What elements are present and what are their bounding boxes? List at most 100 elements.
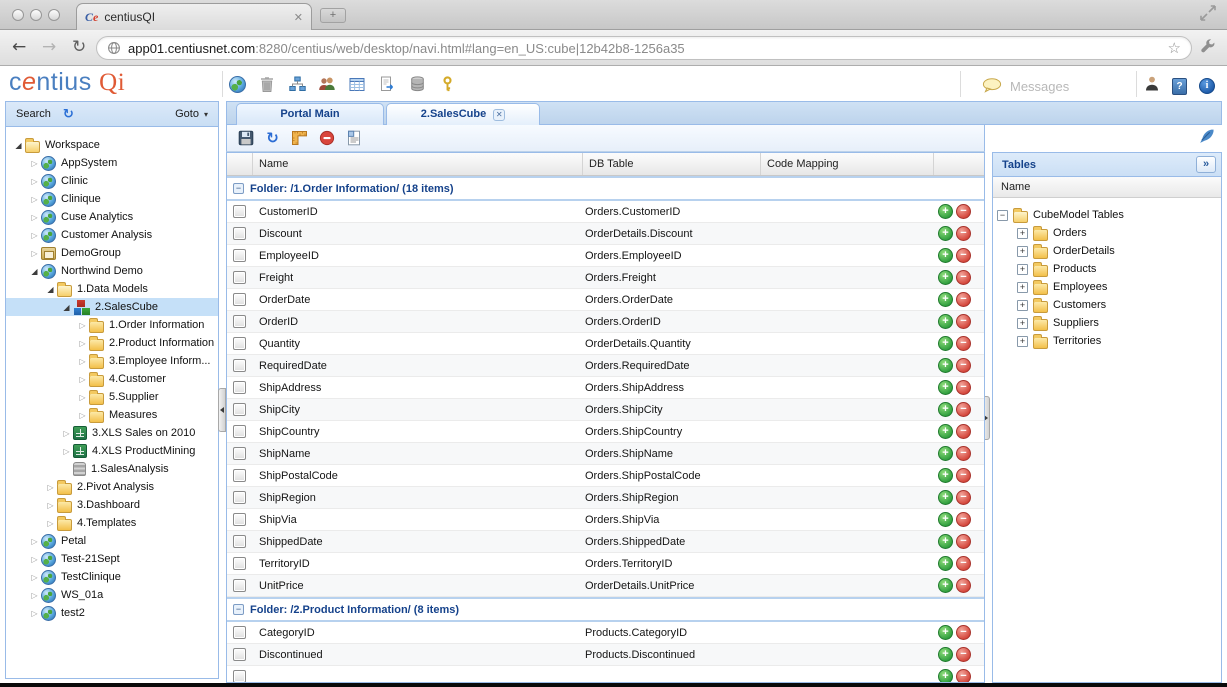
tab-salescube[interactable]: 2.SalesCube ✕	[386, 103, 540, 125]
collapse-arrow-icon[interactable]: ◢	[12, 141, 25, 150]
expand-arrow-icon[interactable]: ▷	[76, 411, 89, 420]
table-row[interactable]: OrderDateOrders.OrderDate+−	[227, 289, 984, 311]
bookmark-star-icon[interactable]: ☆	[1168, 39, 1181, 57]
remove-button[interactable]: −	[956, 292, 971, 307]
row-checkbox[interactable]	[233, 626, 246, 639]
remove-button[interactable]: −	[956, 534, 971, 549]
expand-arrow-icon[interactable]: ▷	[44, 483, 57, 492]
table-row[interactable]: ShipAddressOrders.ShipAddress+−	[227, 377, 984, 399]
row-checkbox[interactable]	[233, 249, 246, 262]
collapse-sidebar-handle[interactable]	[218, 388, 226, 432]
browser-menu-wrench-icon[interactable]	[1199, 38, 1217, 61]
row-checkbox[interactable]	[233, 447, 246, 460]
feather-icon[interactable]	[1197, 128, 1214, 150]
table-row[interactable]: +−	[227, 666, 984, 683]
table-row[interactable]: DiscountOrderDetails.Discount+−	[227, 223, 984, 245]
expand-node-icon[interactable]: +	[1017, 264, 1028, 275]
expand-arrow-icon[interactable]: ▷	[28, 213, 41, 222]
table-row[interactable]: ShipViaOrders.ShipVia+−	[227, 509, 984, 531]
table-row[interactable]: ShipRegionOrders.ShipRegion+−	[227, 487, 984, 509]
row-checkbox[interactable]	[233, 205, 246, 218]
row-checkbox[interactable]	[233, 469, 246, 482]
zoom-window-button[interactable]	[48, 9, 60, 21]
add-button[interactable]: +	[938, 647, 953, 662]
hierarchy-icon[interactable]	[288, 75, 306, 93]
info-icon[interactable]: i	[1199, 78, 1215, 94]
table-row[interactable]: ShipCountryOrders.ShipCountry+−	[227, 421, 984, 443]
table-row[interactable]: FreightOrders.Freight+−	[227, 267, 984, 289]
tree-item-1-order-information[interactable]: ▷1.Order Information	[6, 316, 218, 334]
close-tab-icon[interactable]: ✕	[493, 109, 505, 121]
row-checkbox[interactable]	[233, 381, 246, 394]
row-checkbox[interactable]	[233, 535, 246, 548]
expand-arrow-icon[interactable]: ▷	[76, 357, 89, 366]
tree-item-4-customer[interactable]: ▷4.Customer	[6, 370, 218, 388]
group-header-row[interactable]: −Folder: /1.Order Information/ (18 items…	[227, 176, 984, 201]
add-button[interactable]: +	[938, 578, 953, 593]
table-row[interactable]: CustomerIDOrders.CustomerID+−	[227, 201, 984, 223]
column-header-name[interactable]: Name	[253, 153, 583, 175]
table-row[interactable]: ShippedDateOrders.ShippedDate+−	[227, 531, 984, 553]
users-icon[interactable]	[318, 75, 336, 93]
expand-node-icon[interactable]: +	[1017, 228, 1028, 239]
remove-icon[interactable]	[318, 130, 335, 147]
browser-tab[interactable]: Ce centiusQI ✕	[76, 3, 312, 30]
expand-arrow-icon[interactable]: ▷	[28, 177, 41, 186]
tables-column-header[interactable]: Name	[993, 177, 1221, 198]
add-button[interactable]: +	[938, 534, 953, 549]
save-icon[interactable]	[237, 130, 254, 147]
refresh-icon[interactable]: ↻	[264, 130, 281, 147]
row-checkbox[interactable]	[233, 227, 246, 240]
globe-icon[interactable]	[228, 75, 246, 93]
row-checkbox[interactable]	[233, 359, 246, 372]
collapse-group-icon[interactable]: −	[233, 604, 244, 615]
remove-button[interactable]: −	[956, 647, 971, 662]
expand-node-icon[interactable]: +	[1017, 246, 1028, 257]
tree-item-test-21sept[interactable]: ▷Test-21Sept	[6, 550, 218, 568]
tree-item-customer-analysis[interactable]: ▷Customer Analysis	[6, 226, 218, 244]
new-tab-button[interactable]: +	[320, 8, 346, 23]
collapse-node-icon[interactable]: −	[997, 210, 1008, 221]
tree-item-measures[interactable]: ▷Measures	[6, 406, 218, 424]
tree-item-workspace[interactable]: ◢Workspace	[6, 136, 218, 154]
remove-button[interactable]: −	[956, 226, 971, 241]
tree-item-2-product-information[interactable]: ▷2.Product Information	[6, 334, 218, 352]
table-row[interactable]: QuantityOrderDetails.Quantity+−	[227, 333, 984, 355]
export-icon[interactable]	[378, 75, 396, 93]
add-button[interactable]: +	[938, 512, 953, 527]
database-icon[interactable]	[408, 75, 426, 93]
expand-arrow-icon[interactable]: ▷	[44, 519, 57, 528]
select-all-column-header[interactable]	[227, 153, 253, 175]
help-icon[interactable]: ?	[1172, 78, 1187, 95]
add-button[interactable]: +	[938, 625, 953, 640]
add-button[interactable]: +	[938, 424, 953, 439]
tree-item-4-xls-productmining[interactable]: ▷4.XLS ProductMining	[6, 442, 218, 460]
add-button[interactable]: +	[938, 380, 953, 395]
table-row[interactable]: ShipPostalCodeOrders.ShipPostalCode+−	[227, 465, 984, 487]
remove-button[interactable]: −	[956, 248, 971, 263]
add-button[interactable]: +	[938, 204, 953, 219]
add-button[interactable]: +	[938, 490, 953, 505]
expand-arrow-icon[interactable]: ▷	[76, 375, 89, 384]
tree-item-demogroup[interactable]: ▷DemoGroup	[6, 244, 218, 262]
remove-button[interactable]: −	[956, 578, 971, 593]
remove-button[interactable]: −	[956, 669, 971, 683]
collapse-group-icon[interactable]: −	[233, 183, 244, 194]
collapse-arrow-icon[interactable]: ◢	[60, 303, 73, 312]
add-button[interactable]: +	[938, 446, 953, 461]
collapse-panel-button[interactable]: »	[1196, 156, 1216, 173]
tree-item-suppliers[interactable]: +Suppliers	[997, 314, 1217, 332]
add-button[interactable]: +	[938, 358, 953, 373]
expand-node-icon[interactable]: +	[1017, 336, 1028, 347]
trash-icon[interactable]	[258, 75, 276, 93]
row-checkbox[interactable]	[233, 315, 246, 328]
tree-item-orderdetails[interactable]: +OrderDetails	[997, 242, 1217, 260]
expand-arrow-icon[interactable]: ▷	[28, 249, 41, 258]
expand-arrow-icon[interactable]: ▷	[28, 591, 41, 600]
expand-node-icon[interactable]: +	[1017, 282, 1028, 293]
tree-item-northwind-demo[interactable]: ◢Northwind Demo	[6, 262, 218, 280]
row-checkbox[interactable]	[233, 579, 246, 592]
remove-button[interactable]: −	[956, 556, 971, 571]
table-row[interactable]: TerritoryIDOrders.TerritoryID+−	[227, 553, 984, 575]
tree-item-5-supplier[interactable]: ▷5.Supplier	[6, 388, 218, 406]
